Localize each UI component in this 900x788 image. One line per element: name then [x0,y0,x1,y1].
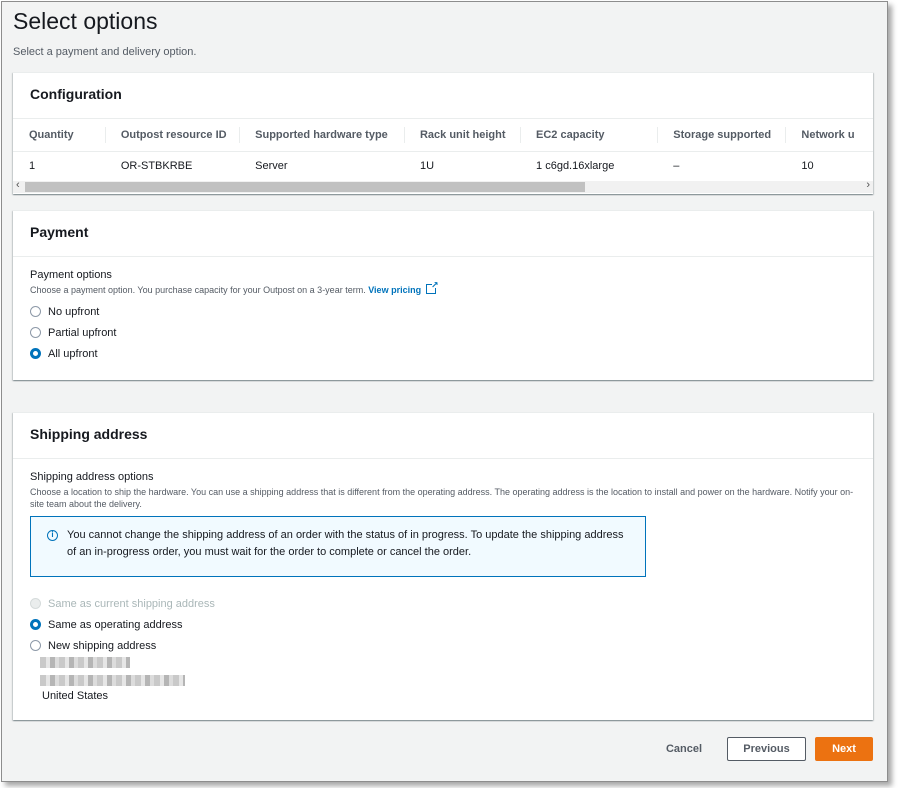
payment-body: Payment options Choose a payment option.… [13,257,873,376]
redacted-address-line [40,657,130,668]
table-cell: OR-STBKRBE [120,160,193,173]
shipping-options-label: Shipping address options [30,471,154,483]
configuration-header: Configuration [13,73,873,119]
table-cell: 1U [419,160,435,173]
page-description: Select a payment and delivery option. [13,46,197,58]
radio-new-shipping-address[interactable]: New shipping address [30,635,856,656]
horizontal-scrollbar[interactable]: ‹ › [13,179,873,193]
column-header: Supported hardware type [239,119,404,152]
radio-same-as-operating[interactable]: Same as operating address [30,614,856,635]
radio-all-upfront[interactable]: All upfront [30,343,856,364]
column-header: EC2 capacity [520,119,658,152]
radio-same-as-current-shipping: Same as current shipping address [30,593,856,614]
page-title: Select options [13,8,158,34]
radio-button[interactable] [30,306,41,317]
payment-options-description: Choose a payment option. You purchase ca… [30,279,856,296]
shipping-header: Shipping address [13,413,873,459]
scroll-left-icon[interactable]: ‹ [16,179,20,191]
payment-header: Payment [13,211,873,257]
shipping-radio-group: Same as current shipping address Same as… [30,593,856,656]
redacted-address-line [40,675,185,686]
payment-radio-group: No upfront Partial upfront All upfront [30,301,856,364]
radio-button-selected[interactable] [30,348,41,359]
table-cell: 1 [29,160,36,173]
table-header-row: Quantity Outpost resource ID Supported h… [13,119,873,152]
configuration-title: Configuration [30,86,122,102]
radio-no-upfront[interactable]: No upfront [30,301,856,322]
next-button[interactable]: Next [815,737,873,761]
scrollbar-thumb[interactable] [25,182,585,192]
cancel-button[interactable]: Cancel [654,737,714,761]
view-pricing-link[interactable]: View pricing [368,285,421,295]
payment-title: Payment [30,224,89,240]
table-cell: 1 c6gd.16xlarge [536,160,615,173]
radio-button[interactable] [30,327,41,338]
radio-button-disabled [30,598,41,609]
shipping-options-description: Choose a location to ship the hardware. … [30,487,854,509]
configuration-table: Quantity Outpost resource ID Supported h… [13,119,873,181]
column-header: Quantity [13,119,105,152]
info-icon: i [47,530,58,541]
payment-card: Payment Payment options Choose a payment… [13,210,873,380]
radio-button[interactable] [30,640,41,651]
column-header: Outpost resource ID [104,119,240,152]
column-header: Network u [785,119,873,152]
column-header: Rack unit height [403,119,521,152]
shipping-title: Shipping address [30,426,148,442]
shipping-card: Shipping address Shipping address option… [13,412,873,720]
table-cell: 10 [801,160,814,173]
radio-partial-upfront[interactable]: Partial upfront [30,322,856,343]
info-alert-text: You cannot change the shipping address o… [67,529,624,558]
external-link-icon[interactable] [425,279,439,294]
table-row: 1 OR-STBKRBE Server 1U 1 c6gd.16xlarge –… [13,151,873,181]
payment-options-label: Payment options [30,269,112,281]
previous-button[interactable]: Previous [727,737,806,761]
configuration-card: Configuration Quantity Outpost resource … [13,72,873,194]
scroll-right-icon[interactable]: › [866,179,870,191]
address-country: United States [42,690,109,702]
table-cell: Server [255,160,288,173]
info-alert: i You cannot change the shipping address… [30,516,646,577]
column-header: Storage supported [657,119,786,152]
table-cell: – [673,160,680,173]
shipping-body: Shipping address options Choose a locati… [13,459,873,668]
window-frame: Select options Select a payment and deli… [1,1,888,782]
radio-button-selected[interactable] [30,619,41,630]
